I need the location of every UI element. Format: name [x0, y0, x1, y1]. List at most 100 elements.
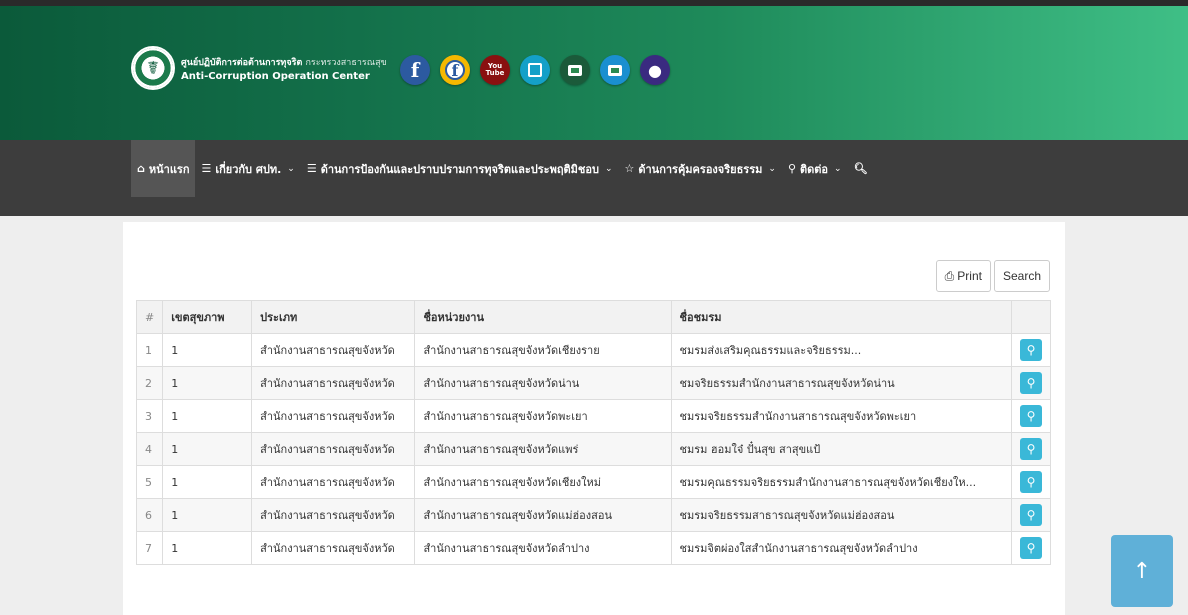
table-row: 3 1 สำนักงานสาธารณสุขจังหวัด สำนักงานสาธารณ…	[135, 399, 1052, 433]
row-club: ชมรมจิตผ่องใสสำนักงานสาธารณสุขจังหวัดลำป…	[670, 531, 1012, 565]
row-action: ⚲	[1010, 432, 1052, 466]
row-club: ชมรม ฮอมใจ๋ ปั๋นสุข สาสุขแป้	[670, 432, 1012, 466]
row-club: ชมรมคุณธรรมจริยธรรมสำนักงานสาธารณสุขจังห…	[670, 465, 1012, 499]
main-nav: ⌂ หน้าแรก ☰ เกี่ยวกับ ศปท. ⌄ ☰ ด้านการป้องกั…	[0, 140, 1188, 216]
nav-about[interactable]: ☰ เกี่ยวกับ ศปท. ⌄	[195, 140, 300, 197]
view-details-button[interactable]: ⚲	[1019, 537, 1042, 559]
col-action	[1010, 300, 1052, 334]
logo-text: ศูนย์ปฏิบัติการต่อต้านการทุจริต กระทรวงส…	[181, 55, 387, 82]
row-agency: สำนักงานสาธารณสุขจังหวัดน่าน	[414, 366, 672, 400]
row-type: สำนักงานสาธารณสุขจังหวัด	[251, 333, 416, 367]
search-icon: ⚲	[1026, 343, 1036, 357]
col-club: ชื่อชมรม	[670, 300, 1012, 334]
facebook-alt-icon[interactable]: f	[440, 55, 470, 85]
social-links: f f You Tube ●	[400, 55, 680, 85]
row-index: 2	[135, 366, 164, 400]
nav-ethics[interactable]: ☆ ด้านการคุ้มครองจริยธรรม ⌄	[618, 140, 781, 197]
table-row: 6 1 สำนักงานสาธารณสุขจังหวัด สำนักงานสาธารณ…	[135, 498, 1052, 532]
col-type: ประเภท	[251, 300, 416, 334]
facebook-icon[interactable]: f	[400, 55, 430, 85]
row-health-region: 1	[162, 333, 253, 367]
search-icon: ⚲	[1026, 409, 1036, 423]
chevron-down-icon: ⌄	[287, 163, 295, 174]
view-details-button[interactable]: ⚲	[1019, 339, 1042, 361]
search-icon: 🔍︎	[853, 162, 868, 175]
list-icon: ☰	[201, 162, 212, 175]
chevron-down-icon: ⌄	[768, 163, 776, 174]
org-name-en: Anti-Corruption Operation Center	[181, 70, 370, 82]
table-row: 7 1 สำนักงานสาธารณสุขจังหวัด สำนักงานสาธารณ…	[135, 531, 1052, 565]
nav-prevention[interactable]: ☰ ด้านการป้องกันและปราบปรามการทุจริตและปร…	[301, 140, 619, 197]
view-details-button[interactable]: ⚲	[1019, 504, 1042, 526]
row-agency: สำนักงานสาธารณสุขจังหวัดแม่ฮ่องสอน	[414, 498, 672, 532]
nav-home[interactable]: ⌂ หน้าแรก	[131, 140, 196, 197]
row-index: 5	[135, 465, 164, 499]
row-type: สำนักงานสาธารณสุขจังหวัด	[251, 498, 416, 532]
print-button[interactable]: ⎙ Print	[935, 260, 991, 292]
search-icon: ⚲	[1026, 475, 1036, 489]
row-index: 1	[135, 333, 164, 367]
org-name-th: ศูนย์ปฏิบัติการต่อต้านการทุจริต	[181, 57, 303, 68]
row-agency: สำนักงานสาธารณสุขจังหวัดลำปาง	[414, 531, 672, 565]
row-action: ⚲	[1010, 333, 1052, 367]
row-club: ชมรมส่งเสริมคุณธรรมและจริยธรรม...	[670, 333, 1012, 367]
search-icon: ⚲	[1026, 442, 1036, 456]
view-details-button[interactable]: ⚲	[1019, 438, 1042, 460]
wallet-icon[interactable]	[600, 55, 630, 85]
row-club: ชมรมจริยธรรมสำนักงานสาธารณสุขจังหวัดพะเย…	[670, 399, 1012, 433]
table-row: 1 1 สำนักงานสาธารณสุขจังหวัด สำนักงานสาธารณ…	[135, 333, 1052, 367]
ministry-name: กระทรวงสาธารณสุข	[305, 57, 387, 68]
table-row: 4 1 สำนักงานสาธารณสุขจังหวัด สำนักงานสาธารณ…	[135, 432, 1052, 466]
map-pin-icon: ⚲	[787, 162, 796, 175]
list-icon: ☰	[306, 162, 317, 175]
table-row: 5 1 สำนักงานสาธารณสุขจังหวัด สำนักงานสาธารณ…	[135, 465, 1052, 499]
view-details-button[interactable]: ⚲	[1019, 471, 1042, 493]
row-health-region: 1	[162, 399, 253, 433]
row-action: ⚲	[1010, 399, 1052, 433]
table-header-row: # เขตสุขภาพ ประเภท ชื่อหน่วยงาน ชื่อชมรม	[135, 300, 1052, 334]
site-header: ☤ ศูนย์ปฏิบัติการต่อต้านการทุจริต กระทรว…	[0, 0, 1188, 140]
table-row: 2 1 สำนักงานสาธารณสุขจังหวัด สำนักงานสาธารณ…	[135, 366, 1052, 400]
document-icon[interactable]	[520, 55, 550, 85]
site-logo[interactable]: ☤ ศูนย์ปฏิบัติการต่อต้านการทุจริต กระทรว…	[131, 46, 387, 90]
back-to-top-button[interactable]: ↑	[1111, 535, 1173, 607]
row-agency: สำนักงานสาธารณสุขจังหวัดเชียงใหม่	[414, 465, 672, 499]
gallery-icon[interactable]	[560, 55, 590, 85]
row-agency: สำนักงานสาธารณสุขจังหวัดแพร่	[414, 432, 672, 466]
row-action: ⚲	[1010, 531, 1052, 565]
row-agency: สำนักงานสาธารณสุขจังหวัดเชียงราย	[414, 333, 672, 367]
search-icon: ⚲	[1026, 508, 1036, 522]
row-type: สำนักงานสาธารณสุขจังหวัด	[251, 366, 416, 400]
row-health-region: 1	[162, 531, 253, 565]
col-agency: ชื่อหน่วยงาน	[414, 300, 672, 334]
arrow-up-icon: ↑	[1132, 558, 1152, 584]
row-club: ชมรมจริยธรรมสาธารณสุขจังหวัดแม่ฮ่องสอน	[670, 498, 1012, 532]
row-health-region: 1	[162, 432, 253, 466]
content-panel: ⎙ Print Search # เขตสุขภาพ ประเภท ชื่อหน่…	[123, 222, 1065, 615]
row-index: 4	[135, 432, 164, 466]
user-group-icon[interactable]: ●	[640, 55, 670, 85]
col-index: #	[135, 300, 164, 334]
row-type: สำนักงานสาธารณสุขจังหวัด	[251, 465, 416, 499]
search-icon: ⚲	[1026, 376, 1036, 390]
col-health-region: เขตสุขภาพ	[162, 300, 253, 334]
printer-icon: ⎙	[944, 268, 955, 283]
row-action: ⚲	[1010, 366, 1052, 400]
star-icon: ☆	[624, 162, 635, 175]
youtube-icon[interactable]: You Tube	[480, 55, 510, 85]
row-type: สำนักงานสาธารณสุขจังหวัด	[251, 531, 416, 565]
row-index: 6	[135, 498, 164, 532]
row-club: ชมจริยธรรมสำนักงานสาธารณสุขจังหวัดน่าน	[670, 366, 1012, 400]
view-details-button[interactable]: ⚲	[1019, 405, 1042, 427]
row-agency: สำนักงานสาธารณสุขจังหวัดพะเยา	[414, 399, 672, 433]
club-table: # เขตสุขภาพ ประเภท ชื่อหน่วยงาน ชื่อชมรม…	[135, 300, 1052, 565]
search-icon: ⚲	[1026, 541, 1036, 555]
search-button[interactable]: Search	[993, 260, 1050, 292]
row-health-region: 1	[162, 498, 253, 532]
nav-search[interactable]: 🔍︎	[848, 140, 878, 197]
nav-contact[interactable]: ⚲ ติดต่อ ⌄	[782, 140, 848, 197]
row-action: ⚲	[1010, 498, 1052, 532]
ministry-seal-icon: ☤	[131, 46, 175, 90]
view-details-button[interactable]: ⚲	[1019, 372, 1042, 394]
row-type: สำนักงานสาธารณสุขจังหวัด	[251, 399, 416, 433]
